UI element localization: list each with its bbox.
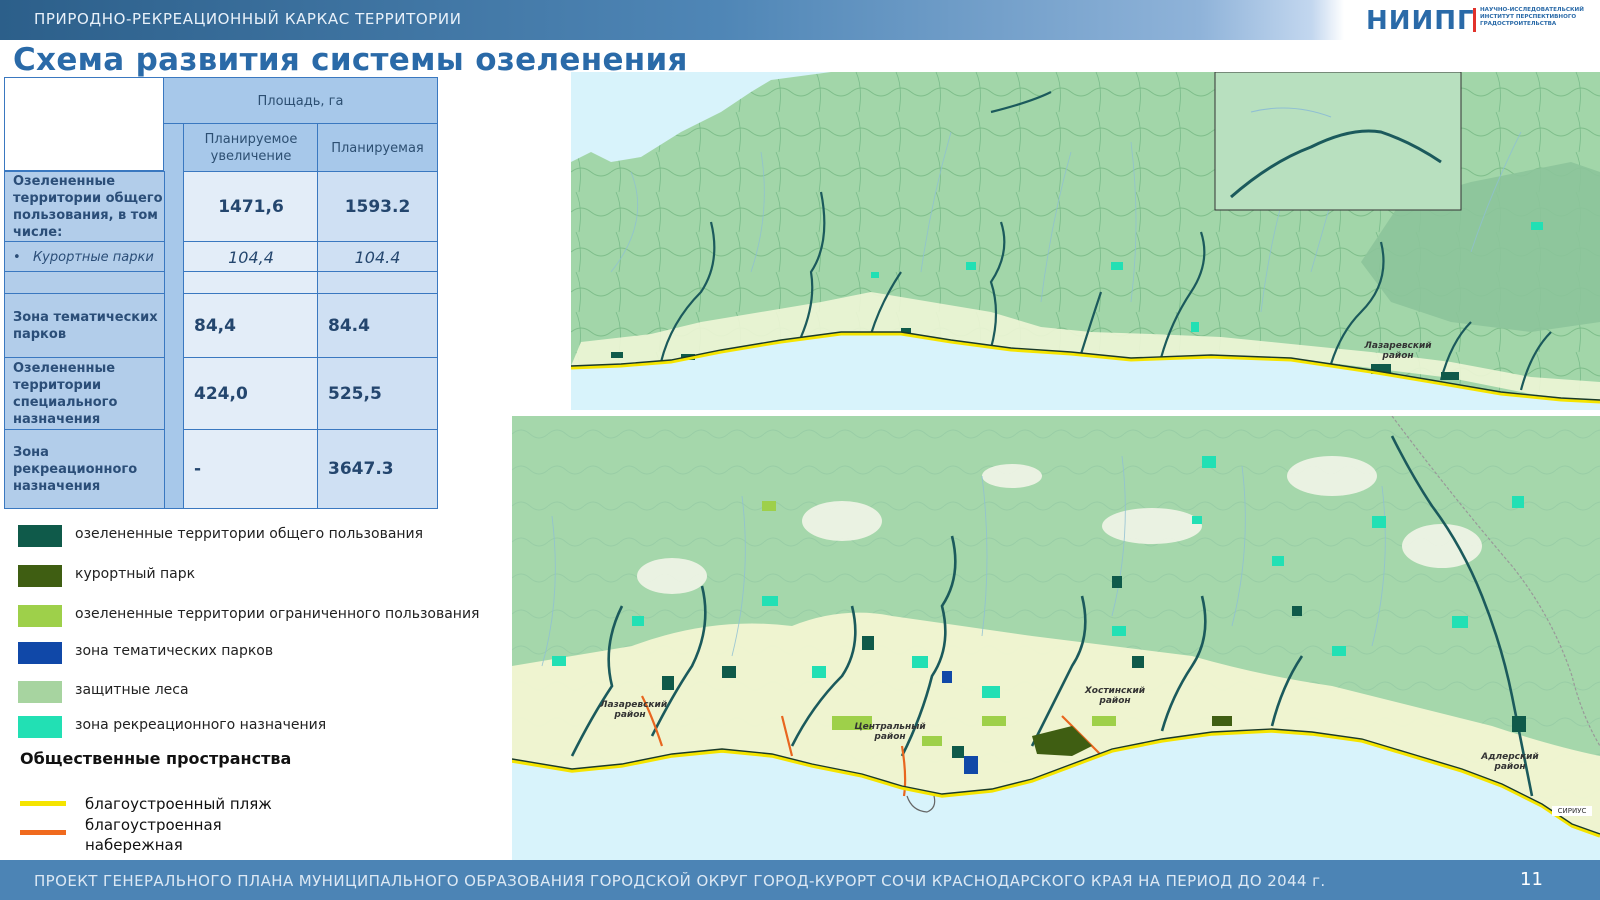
legend-swatch (18, 642, 62, 664)
page-number: 11 (1520, 869, 1543, 890)
table-cell: - (183, 429, 319, 509)
cell-value: 525,5 (328, 384, 382, 404)
table-cell: 84.4 (317, 293, 438, 359)
header-increase-label: Планируемое увеличение (204, 132, 298, 164)
legend-swatch (18, 716, 62, 738)
cell-value: 3647.3 (328, 459, 394, 479)
section-title: ПРИРОДНО-РЕКРЕАЦИОННЫЙ КАРКАС ТЕРРИТОРИИ (34, 10, 462, 28)
cell-value: 84.4 (328, 316, 370, 336)
table-row-label: Озелененные территории общего пользовани… (4, 171, 165, 243)
table-cell: 424,0 (183, 357, 319, 431)
logo-subtitle: НАУЧНО-ИССЛЕДОВАТЕЛЬСКИЙ ИНСТИТУТ ПЕРСПЕ… (1480, 7, 1584, 27)
legend-swatch (18, 605, 62, 627)
map-lazarevsky-north[interactable]: Лазаревский район (571, 72, 1600, 410)
logo-red-bar (1473, 8, 1476, 32)
district-label-sirius: СИРИУС (1552, 806, 1592, 816)
table-row-label: • Курортные парки (4, 241, 165, 273)
table-cell: 1471,6 (183, 171, 319, 243)
legend-swatch (18, 681, 62, 703)
row-label: Зона тематических парков (13, 310, 158, 342)
embankment-line-swatch (20, 830, 66, 835)
row-label: Курортные парки (32, 249, 154, 265)
table-spacer-column (163, 123, 185, 509)
area-table: Площадь, га Планируемое увеличение Плани… (4, 77, 446, 518)
legend-label: благоустроенная набережная (85, 816, 222, 854)
table-row-label: Озелененные территории специального назн… (4, 357, 165, 431)
district-label-lazarevsky: Лазаревский район (600, 700, 668, 720)
cell-value: 1593.2 (344, 197, 411, 217)
cell-value: - (194, 459, 202, 479)
table-cell: 1593.2 (317, 171, 438, 243)
map-sochi-coast[interactable]: Лазаревский район Центральный район Хост… (512, 416, 1600, 860)
map-canvas-top (571, 72, 1600, 410)
table-cell: 104.4 (317, 241, 438, 273)
logo-wordmark: НИИПГ (1366, 6, 1475, 36)
district-label-adlersky: Адлерский район (1481, 752, 1539, 772)
table-row-label: Зона рекреационного назначения (4, 429, 165, 509)
cell-value: 104,4 (228, 247, 274, 267)
table-header-increase: Планируемое увеличение (183, 123, 319, 173)
cell-value: 84,4 (194, 316, 236, 336)
row-label: Озелененные территории общего пользовани… (13, 174, 163, 240)
legend-label: зона рекреационного назначения (75, 717, 327, 733)
slide: ПРИРОДНО-РЕКРЕАЦИОННЫЙ КАРКАС ТЕРРИТОРИИ… (0, 0, 1600, 900)
legend-swatch (18, 525, 62, 547)
table-row-label: Зона тематических парков (4, 293, 165, 359)
legend-label: благоустроенный пляж (85, 795, 272, 813)
legend-label: защитные леса (75, 682, 189, 698)
header-bar: ПРИРОДНО-РЕКРЕАЦИОННЫЙ КАРКАС ТЕРРИТОРИИ (0, 0, 1600, 40)
table-cell: 525,5 (317, 357, 438, 431)
table-cell: 3647.3 (317, 429, 438, 509)
table-cell (317, 271, 438, 295)
district-label-lazarevsky-top: Лазаревский район (1364, 341, 1432, 361)
cell-value: 104.4 (354, 247, 401, 267)
district-label-khostinsky: Хостинский район (1084, 686, 1146, 706)
row-label: Озелененные территории специального назн… (13, 361, 118, 427)
beach-line-swatch (20, 801, 66, 806)
footer-bar: ПРОЕКТ ГЕНЕРАЛЬНОГО ПЛАНА МУНИЦИПАЛЬНОГО… (0, 860, 1600, 900)
map-canvas-bottom (512, 416, 1600, 860)
table-corner (4, 77, 166, 171)
district-label-central: Центральный район (854, 722, 926, 742)
legend-label: зона тематических парков (75, 643, 274, 659)
header-planned-label: Планируемая (331, 140, 424, 156)
cell-value: 1471,6 (218, 197, 284, 217)
bullet: • (13, 249, 29, 265)
niipg-logo[interactable]: НИИПГ НАУЧНО-ИССЛЕДОВАТЕЛЬСКИЙ ИНСТИТУТ … (1366, 4, 1598, 36)
table-cell: 84,4 (183, 293, 319, 359)
row-label: Зона рекреационного назначения (13, 444, 138, 494)
legend-label: озелененные территории ограниченного пол… (75, 606, 480, 622)
header-area-label: Площадь, га (257, 93, 344, 109)
public-spaces-heading: Общественные пространства (20, 749, 292, 768)
table-cell: 104,4 (183, 241, 319, 273)
legend-label: курортный парк (75, 566, 196, 582)
table-header-planned: Планируемая (317, 123, 438, 173)
table-header-area: Площадь, га (163, 77, 438, 125)
table-row-label (4, 271, 165, 295)
legend-swatch (18, 565, 62, 587)
table-cell (183, 271, 319, 295)
footer-text: ПРОЕКТ ГЕНЕРАЛЬНОГО ПЛАНА МУНИЦИПАЛЬНОГО… (34, 872, 1326, 890)
legend-label: озелененные территории общего пользовани… (75, 526, 424, 542)
cell-value: 424,0 (194, 384, 248, 404)
